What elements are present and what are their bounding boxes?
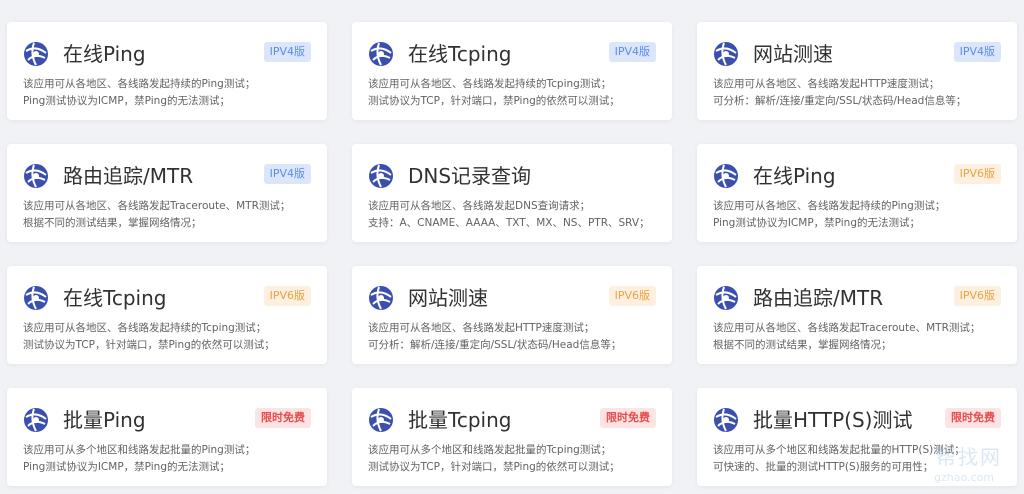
card-title: 批量Ping (63, 408, 146, 432)
card-title: 路由追踪/MTR (63, 164, 194, 188)
ipv4-badge: IPV4版 (263, 164, 311, 184)
tool-card-dns-lookup[interactable]: DNS记录查询 该应用可从各地区、各线路发起DNS查询请求； 支持：A、CNAM… (352, 144, 672, 242)
ipv6-badge: IPV6版 (953, 164, 1001, 184)
ipv6-badge: IPV6版 (953, 286, 1001, 306)
card-title: 批量HTTP(S)测试 (753, 408, 913, 432)
card-title: 在线Tcping (408, 42, 512, 66)
card-description: 该应用可从多个地区和线路发起批量的Ping测试； Ping测试协议为ICMP，禁… (23, 444, 256, 473)
free-badge: 限时免费 (600, 408, 656, 428)
tool-card-batch-tcping[interactable]: 批量Tcping 限时免费 该应用可从多个地区和线路发起批量的Tcping测试；… (352, 388, 672, 486)
tool-card-tcping-ipv6[interactable]: 在线Tcping IPV6版 该应用可从各地区、各线路发起持续的Tcping测试… (7, 266, 327, 364)
card-description: 该应用可从各地区、各线路发起Traceroute、MTR测试； 根据不同的测试结… (23, 200, 291, 229)
free-badge: 限时免费 (255, 408, 311, 428)
globe-link-icon (369, 408, 393, 432)
card-description: 该应用可从各地区、各线路发起持续的Tcping测试； 测试协议为TCP，针对端口… (23, 322, 275, 351)
tool-card-grid: 在线Ping IPV4版 该应用可从各地区、各线路发起持续的Ping测试； Pi… (0, 0, 1024, 494)
card-title: 在线Tcping (63, 286, 167, 310)
tool-card-website-speed-ipv6[interactable]: 网站测速 IPV6版 该应用可从各地区、各线路发起HTTP速度测试； 可分析：解… (352, 266, 672, 364)
globe-link-icon (369, 42, 393, 66)
free-badge: 限时免费 (945, 408, 1001, 428)
card-description: 该应用可从各地区、各线路发起Traceroute、MTR测试； 根据不同的测试结… (713, 322, 981, 351)
tool-card-mtr-ipv4[interactable]: 路由追踪/MTR IPV4版 该应用可从各地区、各线路发起Traceroute、… (7, 144, 327, 242)
card-description: 该应用可从多个地区和线路发起批量的Tcping测试； 测试协议为TCP，针对端口… (368, 444, 620, 473)
card-title: 路由追踪/MTR (753, 286, 884, 310)
card-description: 该应用可从各地区、各线路发起持续的Tcping测试； 测试协议为TCP，针对端口… (368, 78, 620, 107)
globe-link-icon (369, 164, 393, 188)
card-title: 在线Ping (753, 164, 836, 188)
globe-link-icon (714, 286, 738, 310)
card-description: 该应用可从各地区、各线路发起HTTP速度测试； 可分析：解析/连接/重定向/SS… (713, 78, 967, 107)
watermark-logo-text: 帮找网 (936, 445, 1002, 469)
card-description: 该应用可从各地区、各线路发起持续的Ping测试； Ping测试协议为ICMP，禁… (23, 78, 256, 107)
tool-card-ping-ipv6[interactable]: 在线Ping IPV6版 该应用可从各地区、各线路发起持续的Ping测试； Pi… (697, 144, 1017, 242)
globe-link-icon (714, 42, 738, 66)
tool-card-website-speed-ipv4[interactable]: 网站测速 IPV4版 该应用可从各地区、各线路发起HTTP速度测试； 可分析：解… (697, 22, 1017, 120)
globe-link-icon (369, 286, 393, 310)
ipv6-badge: IPV6版 (263, 286, 311, 306)
tool-card-tcping-ipv4[interactable]: 在线Tcping IPV4版 该应用可从各地区、各线路发起持续的Tcping测试… (352, 22, 672, 120)
ipv4-badge: IPV4版 (608, 42, 656, 62)
tool-card-ping-ipv4[interactable]: 在线Ping IPV4版 该应用可从各地区、各线路发起持续的Ping测试； Pi… (7, 22, 327, 120)
ipv4-badge: IPV4版 (953, 42, 1001, 62)
globe-link-icon (24, 408, 48, 432)
globe-link-icon (24, 164, 48, 188)
globe-link-icon (24, 42, 48, 66)
watermark-domain: gzhao.com (934, 471, 994, 484)
card-description: 该应用可从各地区、各线路发起HTTP速度测试； 可分析：解析/连接/重定向/SS… (368, 322, 622, 351)
ipv6-badge: IPV6版 (608, 286, 656, 306)
globe-link-icon (24, 286, 48, 310)
card-description: 该应用可从各地区、各线路发起持续的Ping测试； Ping测试协议为ICMP，禁… (713, 200, 946, 229)
card-title: 网站测速 (753, 42, 833, 66)
globe-link-icon (714, 164, 738, 188)
tool-card-batch-ping[interactable]: 批量Ping 限时免费 该应用可从多个地区和线路发起批量的Ping测试； Pin… (7, 388, 327, 486)
card-description: 该应用可从各地区、各线路发起DNS查询请求； 支持：A、CNAME、AAAA、T… (368, 200, 650, 229)
card-title: 网站测速 (408, 286, 488, 310)
card-title: 批量Tcping (408, 408, 512, 432)
ipv4-badge: IPV4版 (263, 42, 311, 62)
tool-card-mtr-ipv6[interactable]: 路由追踪/MTR IPV6版 该应用可从各地区、各线路发起Traceroute、… (697, 266, 1017, 364)
card-title: 在线Ping (63, 42, 146, 66)
globe-link-icon (714, 408, 738, 432)
card-title: DNS记录查询 (408, 164, 532, 188)
